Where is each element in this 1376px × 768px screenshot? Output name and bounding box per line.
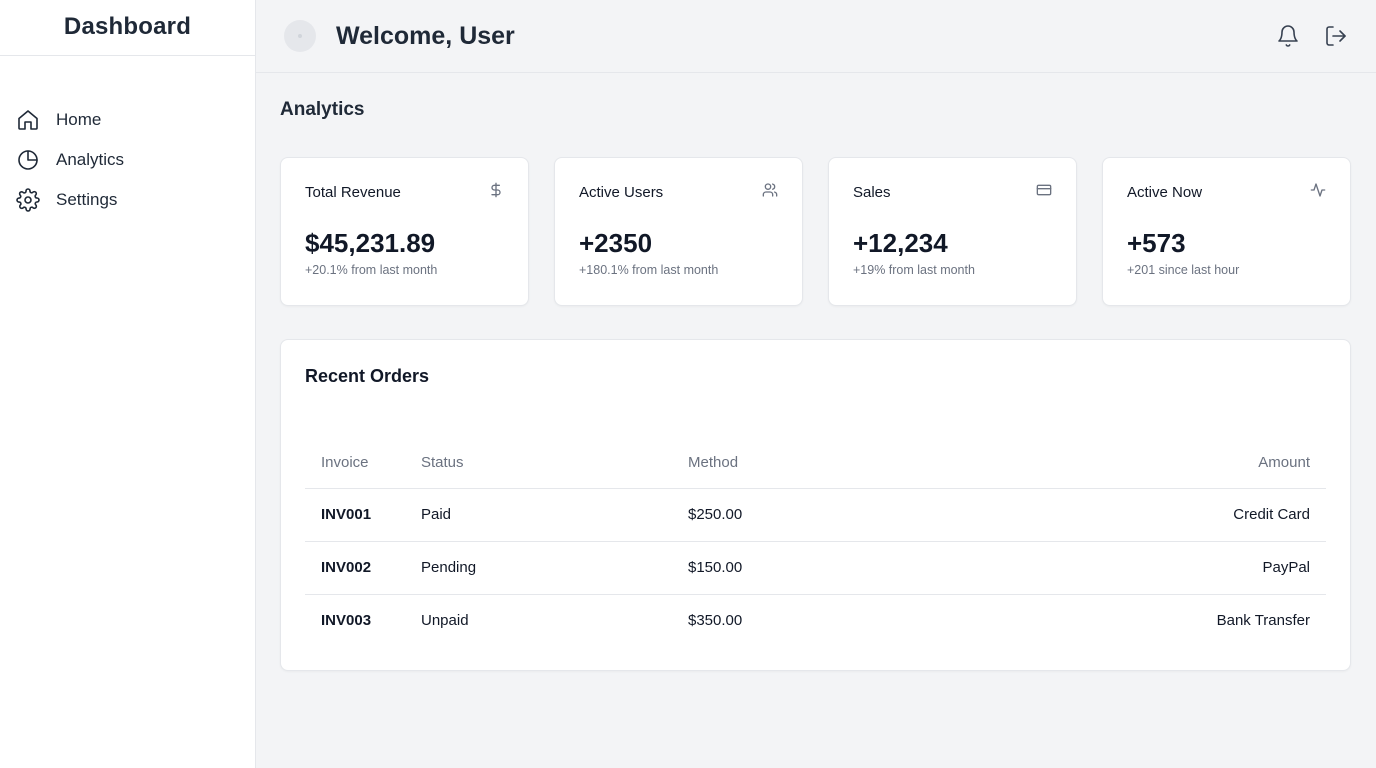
cell-method: $150.00 (672, 541, 972, 595)
cell-method: $250.00 (672, 488, 972, 542)
card-header: Active Users (579, 182, 778, 202)
cell-status: Pending (405, 541, 672, 595)
section-title: Analytics (280, 99, 365, 120)
stat-card-sales: Sales +12,234 +19% from last month (828, 157, 1077, 306)
recent-orders-card: Recent Orders Invoice Status Method Amou… (280, 339, 1351, 671)
card-value: $45,231.89 (305, 228, 436, 258)
card-header: Active Now (1127, 182, 1326, 202)
sidebar-item-label: Settings (56, 190, 118, 209)
card-header: Sales (853, 182, 1052, 202)
pie-chart-icon (16, 148, 40, 172)
credit-card-icon (1036, 182, 1052, 203)
gear-icon (16, 188, 40, 212)
sidebar-header: Dashboard (0, 0, 255, 56)
card-value: +12,234 (853, 228, 948, 258)
cell-method: $350.00 (688, 612, 743, 630)
users-icon (762, 182, 778, 203)
stat-card-revenue: Total Revenue $45,231.89 +20.1% from las… (280, 157, 529, 306)
column-header-method: Method (672, 438, 972, 489)
table-row[interactable]: INV001 Paid $250.00 Credit Card (305, 488, 1326, 542)
sidebar-item-analytics[interactable]: Analytics (0, 140, 255, 180)
dollar-icon (488, 182, 504, 203)
column-header-amount: Amount (972, 438, 1326, 489)
avatar-placeholder-dot (298, 34, 302, 38)
sidebar-item-label: Analytics (56, 150, 125, 169)
sidebar: Dashboard Home Analytics Settings (0, 0, 256, 768)
cell-amount: Bank Transfer (1216, 612, 1310, 630)
page-title: Welcome, User (336, 21, 515, 50)
table-row[interactable]: INV002 Pending $150.00 PayPal (305, 541, 1326, 595)
table-row[interactable]: INV003 Unpaid $350.00 Bank Transfer (305, 594, 1326, 647)
card-title: Total Revenue (305, 183, 401, 201)
card-title: Active Users (579, 183, 664, 201)
cell-status: Paid (405, 488, 672, 542)
app-root: Dashboard Home Analytics Settings Welcom… (0, 0, 1376, 768)
column-header-status: Status (405, 438, 672, 489)
cell-status: Unpaid (421, 612, 469, 630)
card-value: +2350 (579, 228, 653, 258)
card-header: Total Revenue (305, 182, 504, 202)
main-area: Welcome, User Analytics Total Revenue $4… (256, 0, 1376, 768)
cell-invoice: INV003 (321, 612, 372, 630)
cell-amount: PayPal (972, 541, 1326, 595)
avatar[interactable] (284, 20, 316, 52)
stat-card-active-users: Active Users +2350 +180.1% from last mon… (554, 157, 803, 306)
cell-invoice: INV002 (305, 541, 405, 595)
sidebar-item-settings[interactable]: Settings (0, 180, 255, 220)
topbar: Welcome, User (256, 0, 1376, 73)
column-header-invoice: Invoice (305, 438, 405, 489)
stat-cards: Total Revenue $45,231.89 +20.1% from las… (280, 157, 1352, 306)
activity-icon (1310, 182, 1326, 203)
table-header-row: Invoice Status Method Amount (305, 438, 1326, 489)
stat-card-active-now: Active Now +573 +201 since last hour (1102, 157, 1351, 306)
sidebar-nav: Home Analytics Settings (0, 56, 255, 220)
card-subtext: +180.1% from last month (579, 263, 719, 277)
card-value: +573 (1127, 228, 1186, 258)
sidebar-item-home[interactable]: Home (0, 100, 255, 140)
cell-amount: Credit Card (972, 488, 1326, 542)
cell-invoice: INV001 (305, 488, 405, 542)
orders-table: Invoice Status Method Amount INV001 Paid… (305, 438, 1326, 647)
card-title: Sales (853, 183, 891, 201)
card-title: Active Now (1127, 183, 1203, 201)
sidebar-item-label: Home (56, 110, 102, 129)
card-subtext: +201 since last hour (1127, 263, 1240, 277)
topbar-actions (1276, 24, 1348, 48)
orders-title: Recent Orders (305, 366, 430, 386)
brand-title: Dashboard (63, 12, 192, 40)
bell-icon[interactable] (1276, 24, 1300, 48)
logout-icon[interactable] (1324, 24, 1348, 48)
content: Analytics Total Revenue $45,231.89 +20.1… (256, 73, 1376, 671)
card-subtext: +19% from last month (853, 263, 975, 277)
card-subtext: +20.1% from last month (305, 263, 438, 277)
home-icon (16, 108, 40, 132)
